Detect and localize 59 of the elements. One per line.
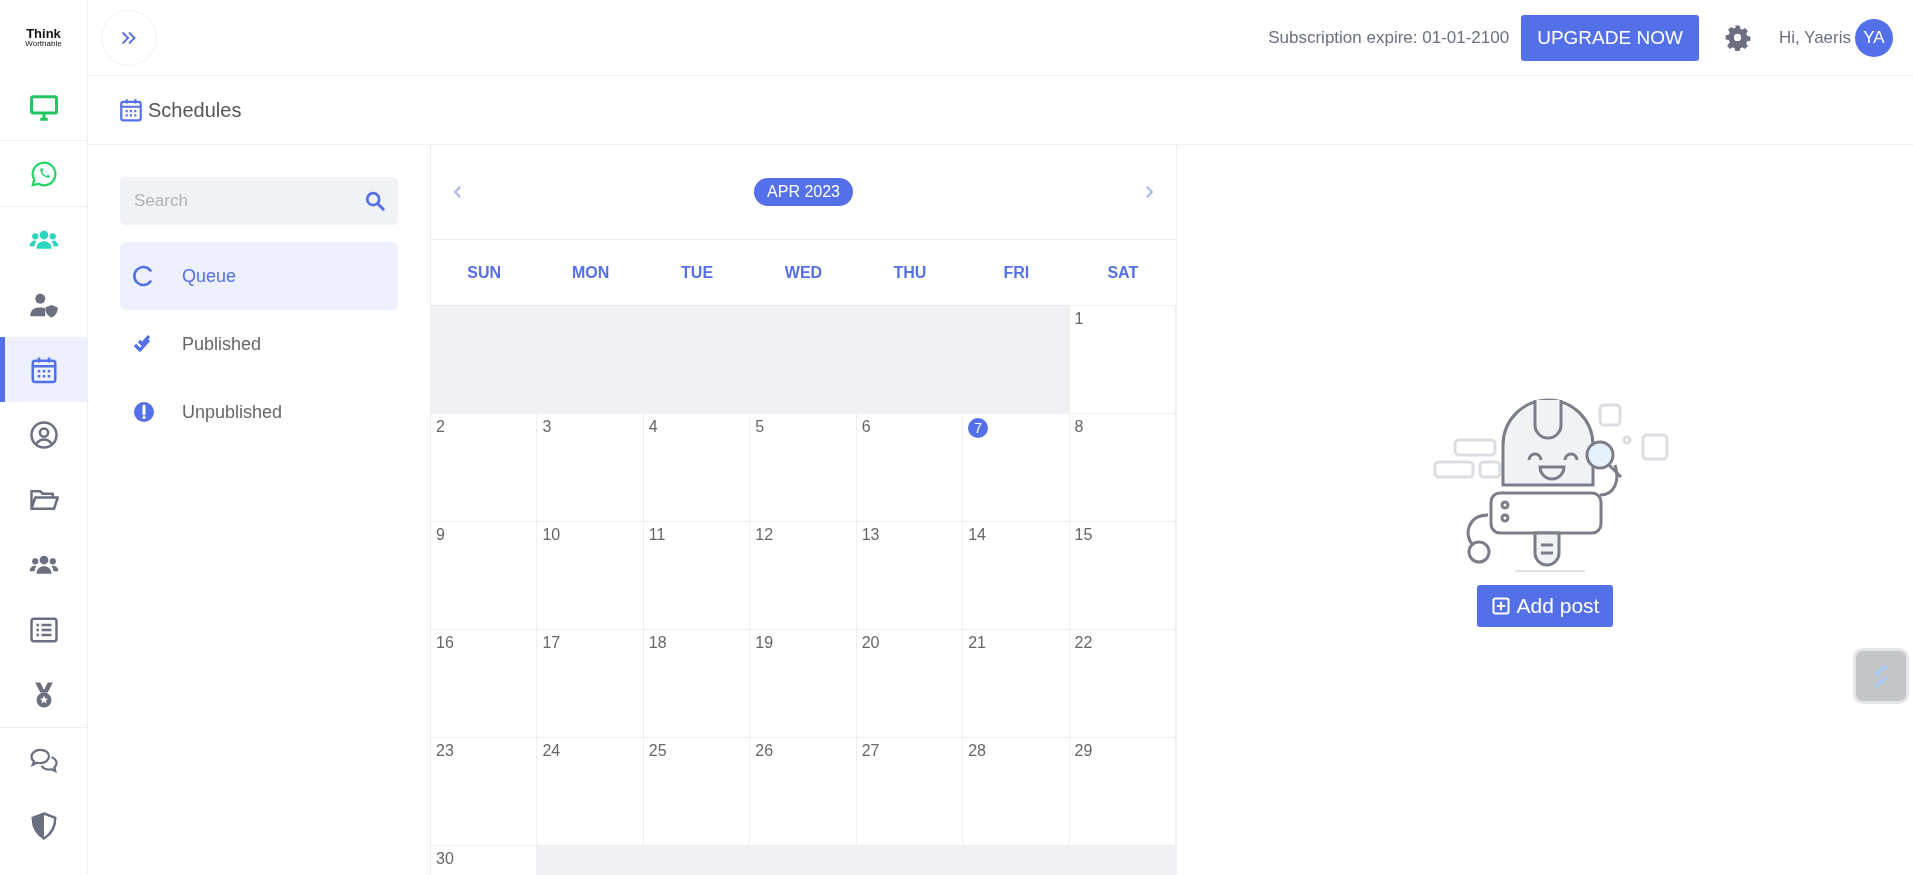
date-number[interactable]: 19 xyxy=(755,634,774,652)
date-number[interactable]: 2 xyxy=(436,418,445,436)
user-circle-icon xyxy=(28,419,59,450)
filter-item[interactable]: Published xyxy=(120,310,398,378)
date-number[interactable]: 23 xyxy=(436,742,454,760)
date-number[interactable]: 29 xyxy=(1074,742,1093,760)
search-field[interactable]: Search xyxy=(120,177,398,225)
add-post-button[interactable]: Add post xyxy=(1476,585,1614,627)
date-number[interactable]: 27 xyxy=(861,742,880,760)
subscription-text: Subscription expire: 01-01-2100 xyxy=(1268,27,1510,48)
settings-icon[interactable] xyxy=(1724,24,1751,51)
logo-subtext: Worthable xyxy=(25,40,62,48)
weekday-label: WED xyxy=(783,263,824,282)
logo-text: Think xyxy=(26,27,61,40)
date-number[interactable]: 12 xyxy=(755,526,774,544)
today-date[interactable]: 7 xyxy=(968,418,989,438)
date-number[interactable]: 9 xyxy=(436,526,445,544)
weekday-label: FRI xyxy=(1002,263,1031,282)
date-number[interactable]: 20 xyxy=(861,634,880,652)
weekday-label: MON xyxy=(570,263,611,282)
date-number[interactable]: 1 xyxy=(1074,310,1084,328)
page-title: Schedules xyxy=(148,98,242,122)
date-number[interactable]: 22 xyxy=(1074,634,1093,652)
date-number[interactable]: 17 xyxy=(542,634,561,652)
avatar[interactable]: YA xyxy=(1855,18,1893,57)
date-number[interactable]: 14 xyxy=(968,526,986,544)
date-number[interactable]: 25 xyxy=(648,742,667,760)
upgrade-button[interactable]: UPGRADE NOW xyxy=(1521,14,1699,61)
date-number[interactable]: 13 xyxy=(861,526,880,544)
logo[interactable]: Think Worthable xyxy=(0,0,87,75)
date-number[interactable]: 24 xyxy=(542,742,561,760)
date-number[interactable]: 5 xyxy=(755,418,765,436)
filter-item[interactable]: Unpublished xyxy=(120,378,398,446)
date-number[interactable]: 15 xyxy=(1074,526,1093,544)
exclamation-icon xyxy=(132,400,156,424)
month-label[interactable]: APR 2023 xyxy=(754,178,853,206)
calendar-icon xyxy=(118,97,144,123)
weekday-label: SUN xyxy=(466,263,503,282)
date-number[interactable]: 8 xyxy=(1074,418,1084,436)
weekday-label: THU xyxy=(892,263,928,282)
date-number[interactable]: 28 xyxy=(968,742,986,760)
date-number[interactable]: 30 xyxy=(436,850,454,868)
plus-square-icon xyxy=(1490,596,1511,616)
date-number[interactable]: 16 xyxy=(436,634,454,652)
weekday-label: TUE xyxy=(680,263,715,282)
date-number[interactable]: 3 xyxy=(542,418,552,436)
date-number[interactable]: 10 xyxy=(542,526,561,544)
greeting-text: Hi, Yaeris xyxy=(1778,27,1851,48)
date-number[interactable]: 4 xyxy=(648,418,658,436)
date-number[interactable]: 18 xyxy=(648,634,667,652)
date-number[interactable]: 6 xyxy=(861,418,871,436)
sidebar-item[interactable] xyxy=(0,337,87,402)
filter-item[interactable]: Queue xyxy=(120,242,398,310)
date-number[interactable]: 26 xyxy=(755,742,774,760)
monitor-icon xyxy=(28,92,59,123)
weekday-label: SAT xyxy=(1106,263,1140,282)
date-number[interactable]: 21 xyxy=(968,634,986,652)
date-number[interactable]: 11 xyxy=(648,526,666,544)
search-icon[interactable] xyxy=(364,190,386,212)
